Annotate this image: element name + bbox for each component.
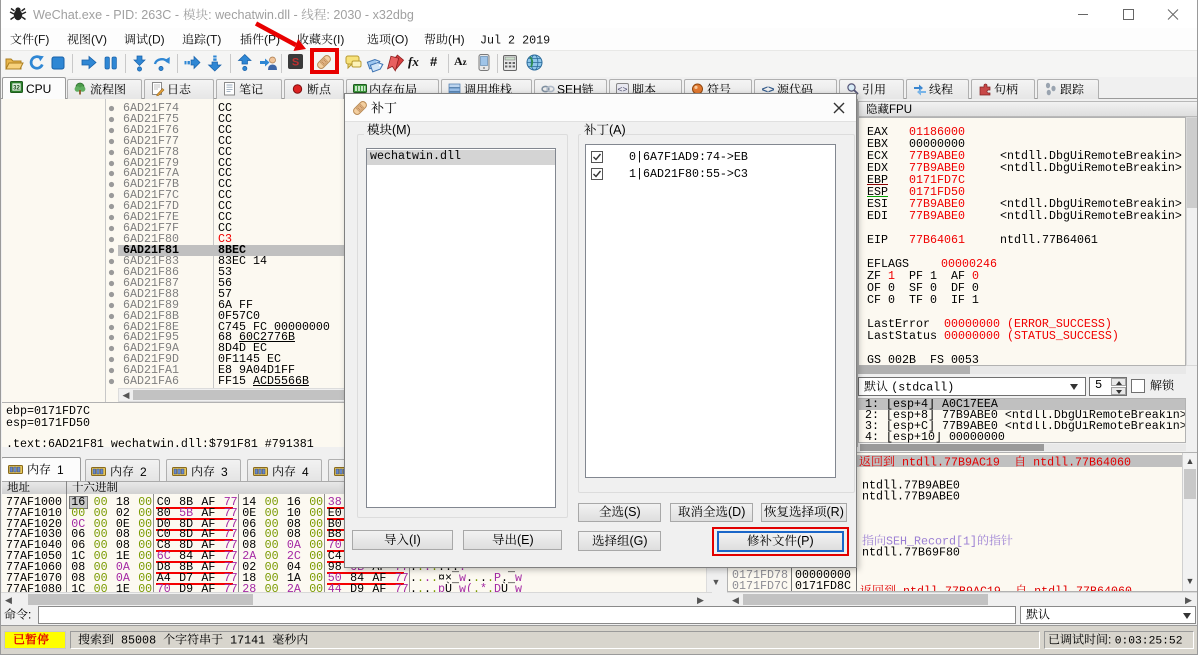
svg-text:(G): (G): [629, 534, 647, 548]
svg-text:(A): (A): [609, 123, 626, 137]
svg-text:FPU: FPU: [889, 104, 912, 116]
svg-text:(V): (V): [91, 33, 107, 47]
svg-text:(R): (R): [827, 505, 844, 519]
svg-text:32: 32: [13, 86, 20, 92]
svg-text::: :: [1108, 633, 1115, 647]
svg-text:: 2030 - x32dbg: : 2030 - x32dbg: [326, 8, 414, 22]
svg-text:ntdll.77B64060: ntdll.77B64060: [1026, 456, 1131, 470]
svg-text:(S): (S): [624, 505, 641, 519]
svg-text:(T): (T): [206, 33, 221, 47]
svg-text:ntdll.77B9AC19: ntdll.77B9AC19: [896, 585, 1015, 592]
svg-text:(O): (O): [391, 33, 408, 47]
svg-text:ntdll.77B9AC19: ntdll.77B9AC19: [895, 456, 1014, 470]
svg-text:(D): (D): [148, 33, 165, 47]
svg-text:(M): (M): [392, 123, 411, 137]
svg-text:(stdcall): (stdcall): [891, 380, 954, 394]
svg-text:(I): (I): [333, 33, 344, 47]
svg-text:ntdll.77B69F80: ntdll.77B69F80: [862, 546, 960, 560]
svg-text:(E): (E): [517, 533, 534, 547]
svg-text:(I): (I): [409, 533, 421, 547]
svg-text:(D): (D): [728, 505, 745, 519]
svg-text:ntdll.77B64060: ntdll.77B64060: [1027, 585, 1132, 592]
svg-text:0:03:25:52: 0:03:25:52: [1115, 636, 1183, 648]
svg-text:(H): (H): [448, 33, 465, 47]
svg-text::: :: [28, 607, 31, 621]
svg-text:ntdll.77B9ABE0: ntdll.77B9ABE0: [862, 490, 960, 504]
svg-text:(F): (F): [34, 33, 49, 47]
svg-text:17141: 17141: [223, 634, 272, 648]
svg-text:WeChat.exe - PID: 263C -: WeChat.exe - PID: 263C -: [33, 8, 183, 22]
svg-text:85008: 85008: [114, 634, 163, 648]
svg-text:S: S: [292, 57, 299, 69]
svg-text:Jul 2 2019: Jul 2 2019: [480, 34, 550, 48]
